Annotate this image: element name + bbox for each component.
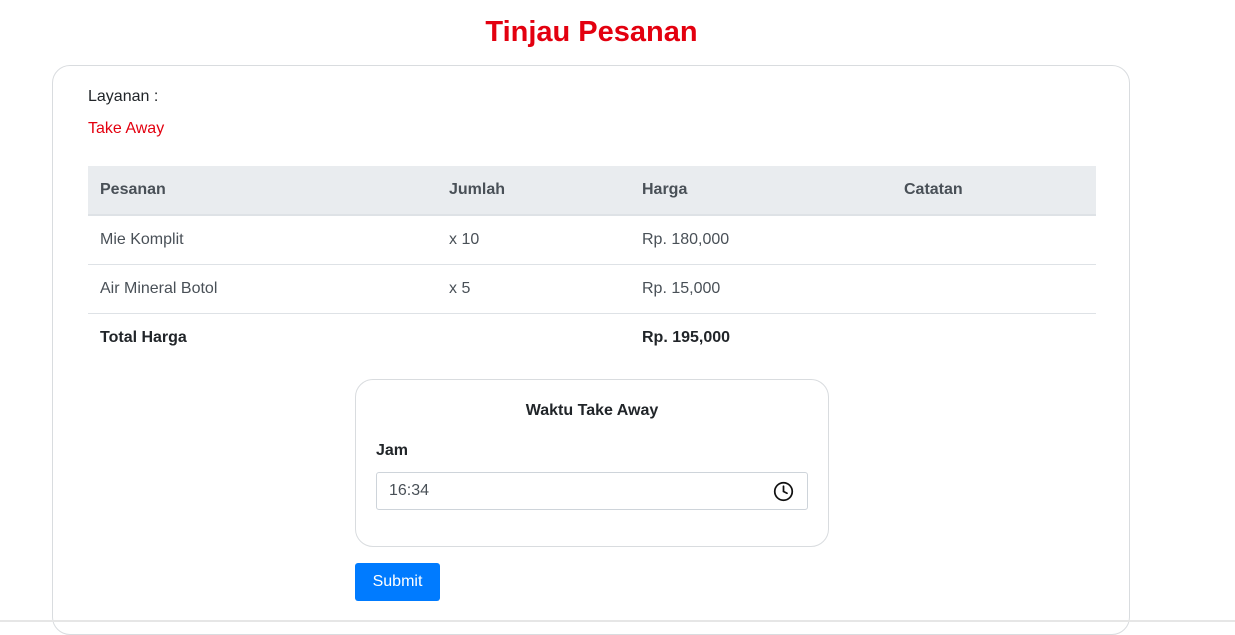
- total-row: Total Harga Rp. 195,000: [88, 312, 1096, 362]
- order-item: Air Mineral Botol: [88, 263, 437, 313]
- order-note: [892, 263, 1096, 313]
- pickup-time-card: Waktu Take Away Jam 16:34: [355, 379, 829, 547]
- order-note: [892, 214, 1096, 264]
- time-input-value[interactable]: 16:34: [389, 482, 429, 500]
- time-field-label: Jam: [376, 442, 409, 459]
- order-qty: x 5: [437, 263, 630, 313]
- header-jumlah: Jumlah: [437, 166, 630, 216]
- service-value: Take Away: [88, 120, 165, 137]
- total-price: Rp. 195,000: [630, 312, 892, 362]
- total-label: Total Harga: [88, 312, 437, 362]
- time-input[interactable]: 16:34: [376, 472, 808, 510]
- submit-button[interactable]: Submit: [355, 563, 440, 601]
- table-row: Mie Komplit x 10 Rp. 180,000: [88, 214, 1096, 264]
- order-item: Mie Komplit: [88, 214, 437, 264]
- header-harga: Harga: [630, 166, 892, 216]
- order-price: Rp. 15,000: [630, 263, 892, 313]
- pickup-time-title: Waktu Take Away: [525, 402, 659, 419]
- order-qty: x 10: [437, 214, 630, 264]
- clock-icon[interactable]: [773, 481, 794, 502]
- order-price: Rp. 180,000: [630, 214, 892, 264]
- header-pesanan: Pesanan: [88, 166, 437, 216]
- service-label: Layanan :: [88, 88, 159, 105]
- page-title: Tinjau Pesanan: [485, 16, 698, 48]
- header-catatan: Catatan: [892, 166, 1096, 216]
- total-empty-cell: [892, 312, 1096, 362]
- table-row: Air Mineral Botol x 5 Rp. 15,000: [88, 263, 1096, 313]
- orders-table: Pesanan Jumlah Harga Catatan Mie Komplit…: [88, 166, 1096, 362]
- total-empty-cell: [437, 312, 630, 362]
- table-header-row: Pesanan Jumlah Harga Catatan: [88, 166, 1096, 216]
